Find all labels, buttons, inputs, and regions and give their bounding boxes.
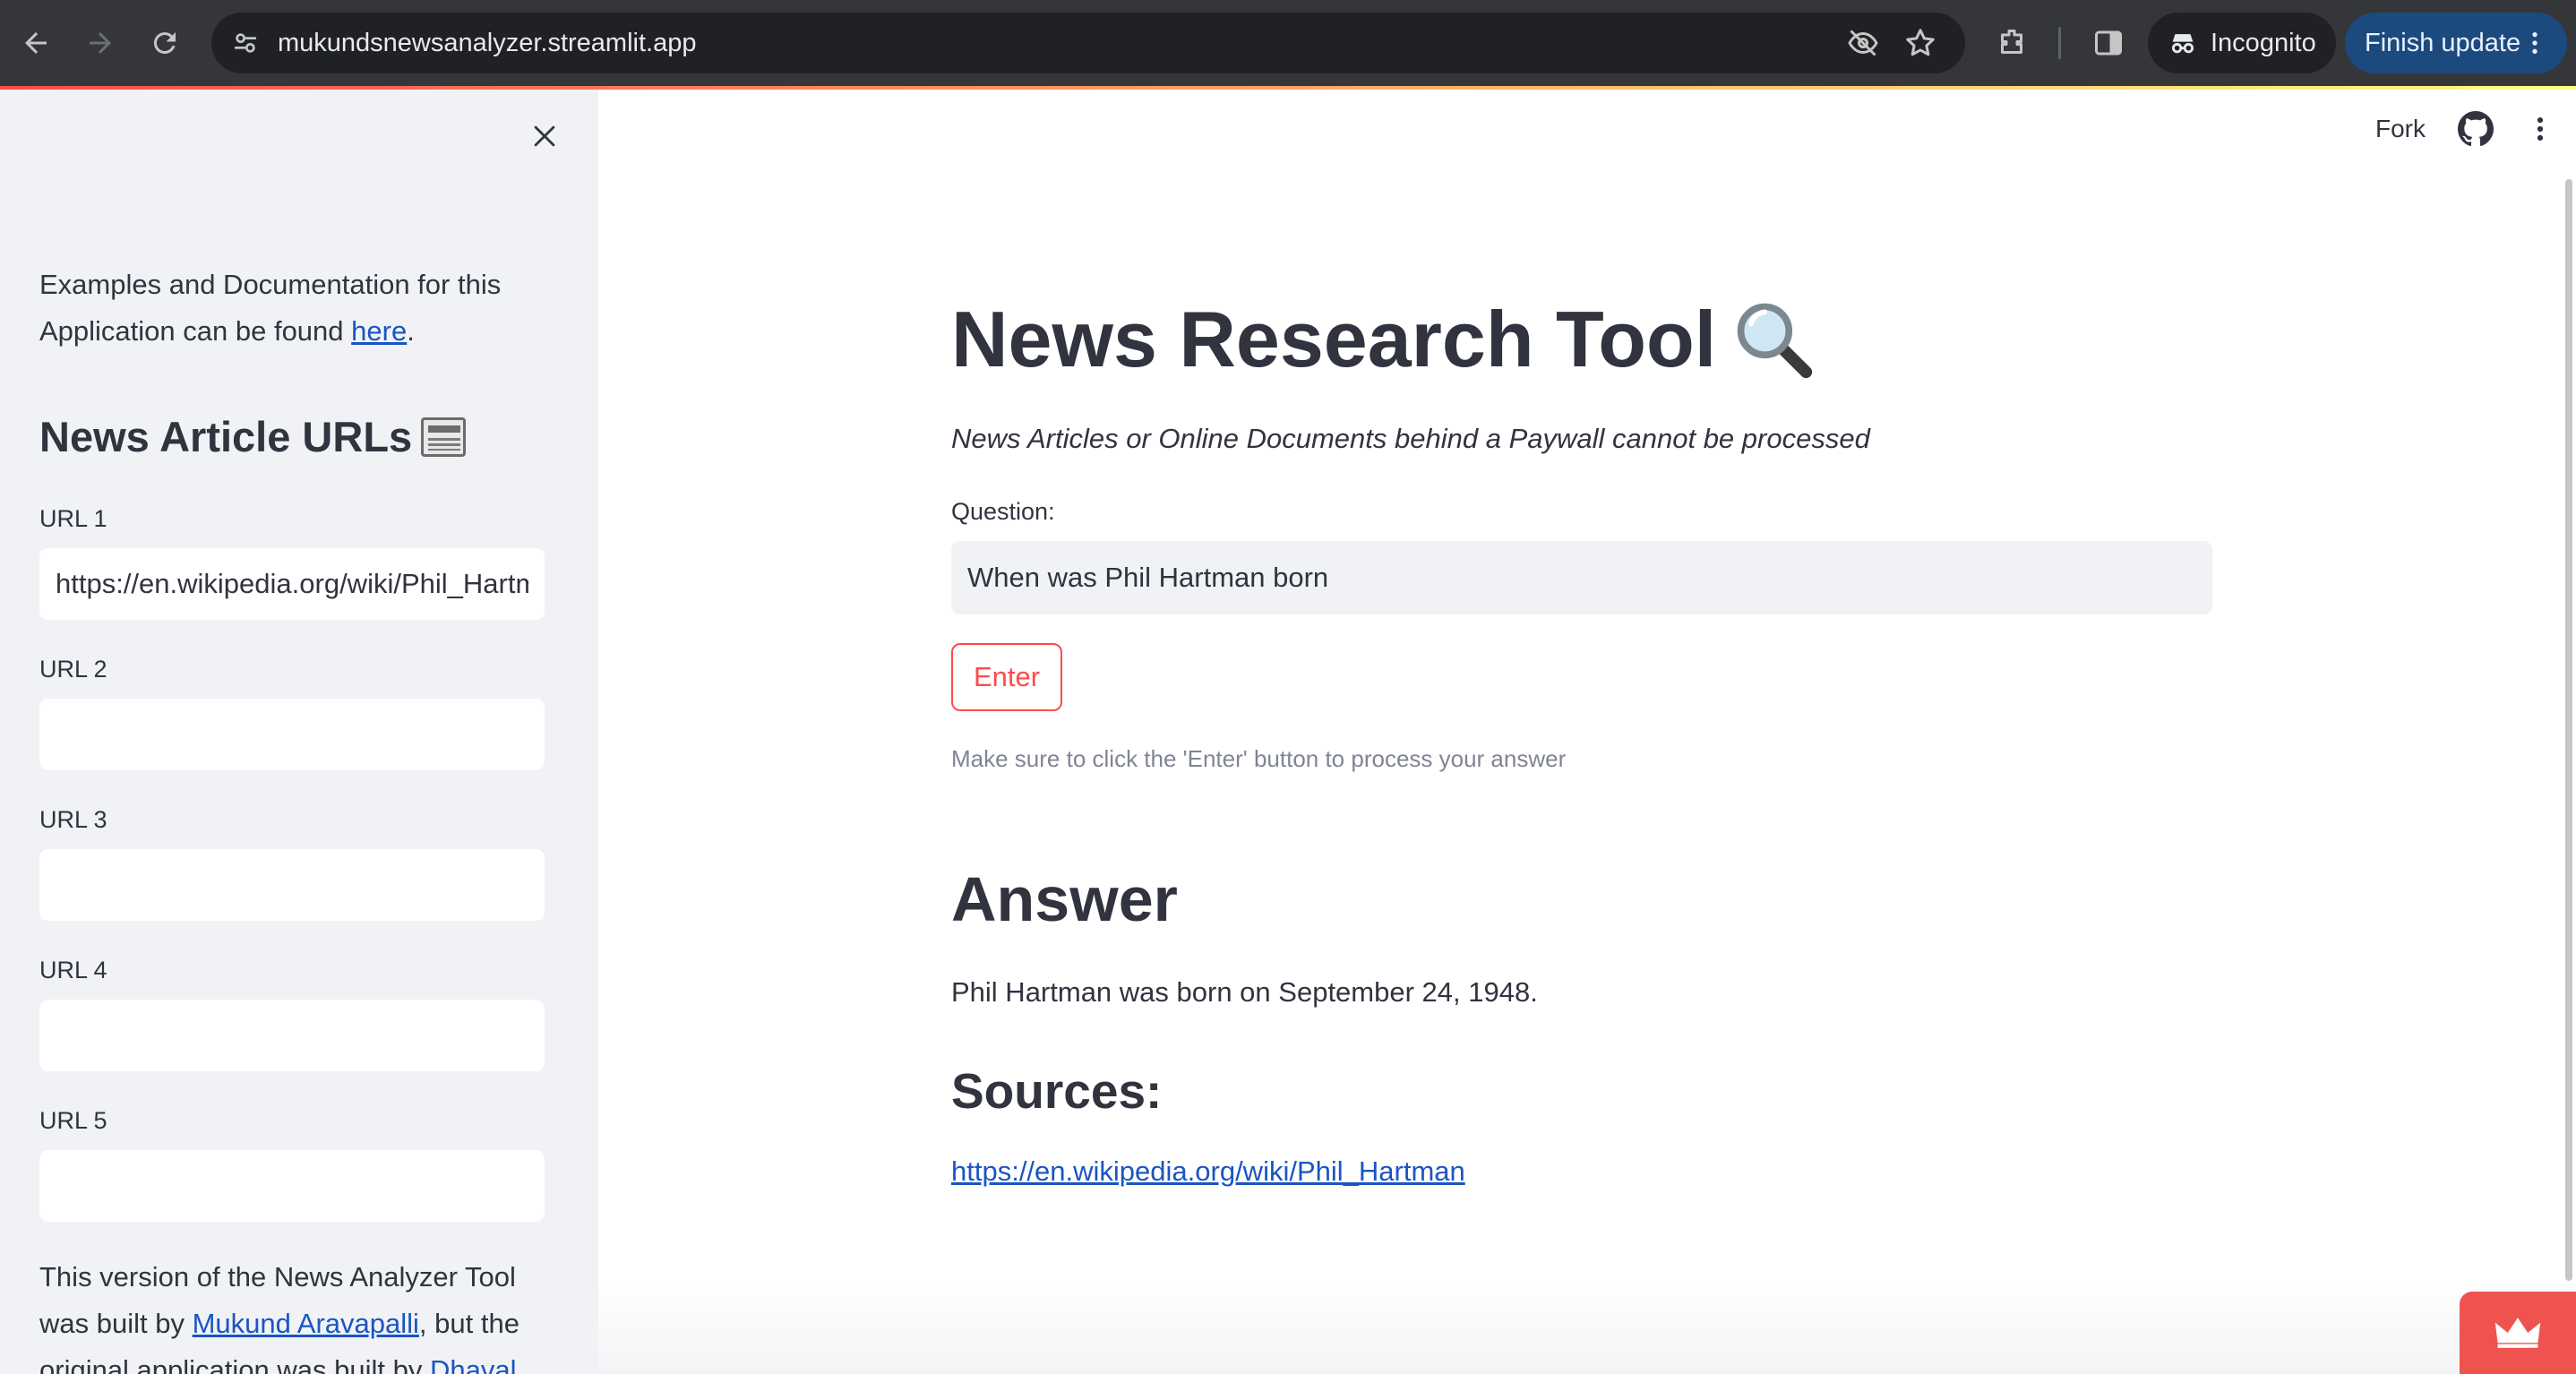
url-2-input[interactable] <box>39 699 545 770</box>
url-2-label: URL 2 <box>39 656 107 683</box>
url-5-input[interactable] <box>39 1150 545 1222</box>
bookmark-star-icon[interactable] <box>1901 23 1940 63</box>
more-vert-icon <box>2537 116 2544 142</box>
page-title: News Research Tool <box>951 294 1815 385</box>
side-panel-icon[interactable] <box>2087 21 2130 64</box>
streamlit-badge[interactable] <box>2460 1292 2576 1374</box>
forward-button[interactable] <box>77 20 124 66</box>
url-text[interactable]: mukundsnewsanalyzer.streamlit.app <box>278 13 696 73</box>
paywall-note: News Articles or Online Documents behind… <box>951 423 1870 454</box>
reload-button[interactable] <box>142 20 188 66</box>
author-link[interactable]: Mukund Aravapalli <box>193 1308 419 1339</box>
url-4-input[interactable] <box>39 1000 545 1071</box>
newspaper-icon <box>421 416 467 457</box>
more-vert-icon <box>2532 32 2537 54</box>
main-content: Fork News Research Tool News Articles or… <box>598 90 2576 1374</box>
enter-hint: Make sure to click the 'Enter' button to… <box>951 745 1567 772</box>
url-1-input[interactable] <box>39 548 545 620</box>
bottom-fade <box>598 1281 2576 1374</box>
finish-update-label: Finish update <box>2365 28 2521 57</box>
question-label: Question: <box>951 498 1055 525</box>
main-menu-button[interactable] <box>2520 109 2560 149</box>
scrollbar[interactable] <box>2565 179 2572 1281</box>
incognito-indicator[interactable]: Incognito <box>2148 13 2336 73</box>
url-5-label: URL 5 <box>39 1107 107 1134</box>
page-title-text: News Research Tool <box>951 295 1717 383</box>
url-3-input[interactable] <box>39 849 545 921</box>
reload-icon <box>153 32 176 55</box>
forward-arrow-icon <box>90 32 111 54</box>
incognito-icon <box>2171 34 2194 54</box>
finish-update-button[interactable]: Finish update <box>2345 13 2567 73</box>
back-arrow-icon <box>25 32 47 54</box>
address-bar[interactable]: mukundsnewsanalyzer.streamlit.app <box>211 13 1965 73</box>
documentation-note-text: Examples and Documentation for this Appl… <box>39 269 502 347</box>
close-sidebar-button[interactable] <box>523 115 566 158</box>
magnifying-glass-icon <box>1737 303 1813 379</box>
url-section-title-text: News Article URLs <box>39 413 413 460</box>
answer-heading: Answer <box>951 864 1178 934</box>
fork-button[interactable]: Fork <box>2375 115 2426 143</box>
eye-off-icon[interactable] <box>1843 23 1883 63</box>
documentation-note-suffix: . <box>407 315 415 347</box>
extensions-puzzle-icon[interactable] <box>1990 21 2033 64</box>
documentation-link[interactable]: here <box>351 315 407 347</box>
crown-icon <box>2494 1318 2541 1348</box>
original-author-link[interactable]: Dhaval <box>430 1354 517 1374</box>
github-icon[interactable] <box>2458 111 2494 147</box>
incognito-label: Incognito <box>2211 28 2316 57</box>
close-icon <box>534 125 555 147</box>
answer-text: Phil Hartman was born on September 24, 1… <box>951 976 1538 1008</box>
question-input[interactable] <box>951 541 2212 614</box>
sources-heading: Sources: <box>951 1063 1163 1119</box>
toolbar-divider <box>2058 27 2061 59</box>
documentation-note: Examples and Documentation for this Appl… <box>39 262 568 355</box>
site-info-button[interactable] <box>222 20 269 66</box>
back-button[interactable] <box>13 20 59 66</box>
url-4-label: URL 4 <box>39 957 107 983</box>
credits-text: This version of the News Analyzer Tool w… <box>39 1254 568 1374</box>
enter-button[interactable]: Enter <box>951 643 1062 711</box>
url-3-label: URL 3 <box>39 806 107 833</box>
source-link[interactable]: https://en.wikipedia.org/wiki/Phil_Hartm… <box>951 1155 1465 1188</box>
sidebar: Examples and Documentation for this Appl… <box>0 90 598 1374</box>
url-1-label: URL 1 <box>39 505 107 532</box>
url-section-title: News Article URLs <box>39 412 467 461</box>
browser-toolbar: mukundsnewsanalyzer.streamlit.app Incogn… <box>0 0 2576 86</box>
tune-icon <box>235 33 256 53</box>
